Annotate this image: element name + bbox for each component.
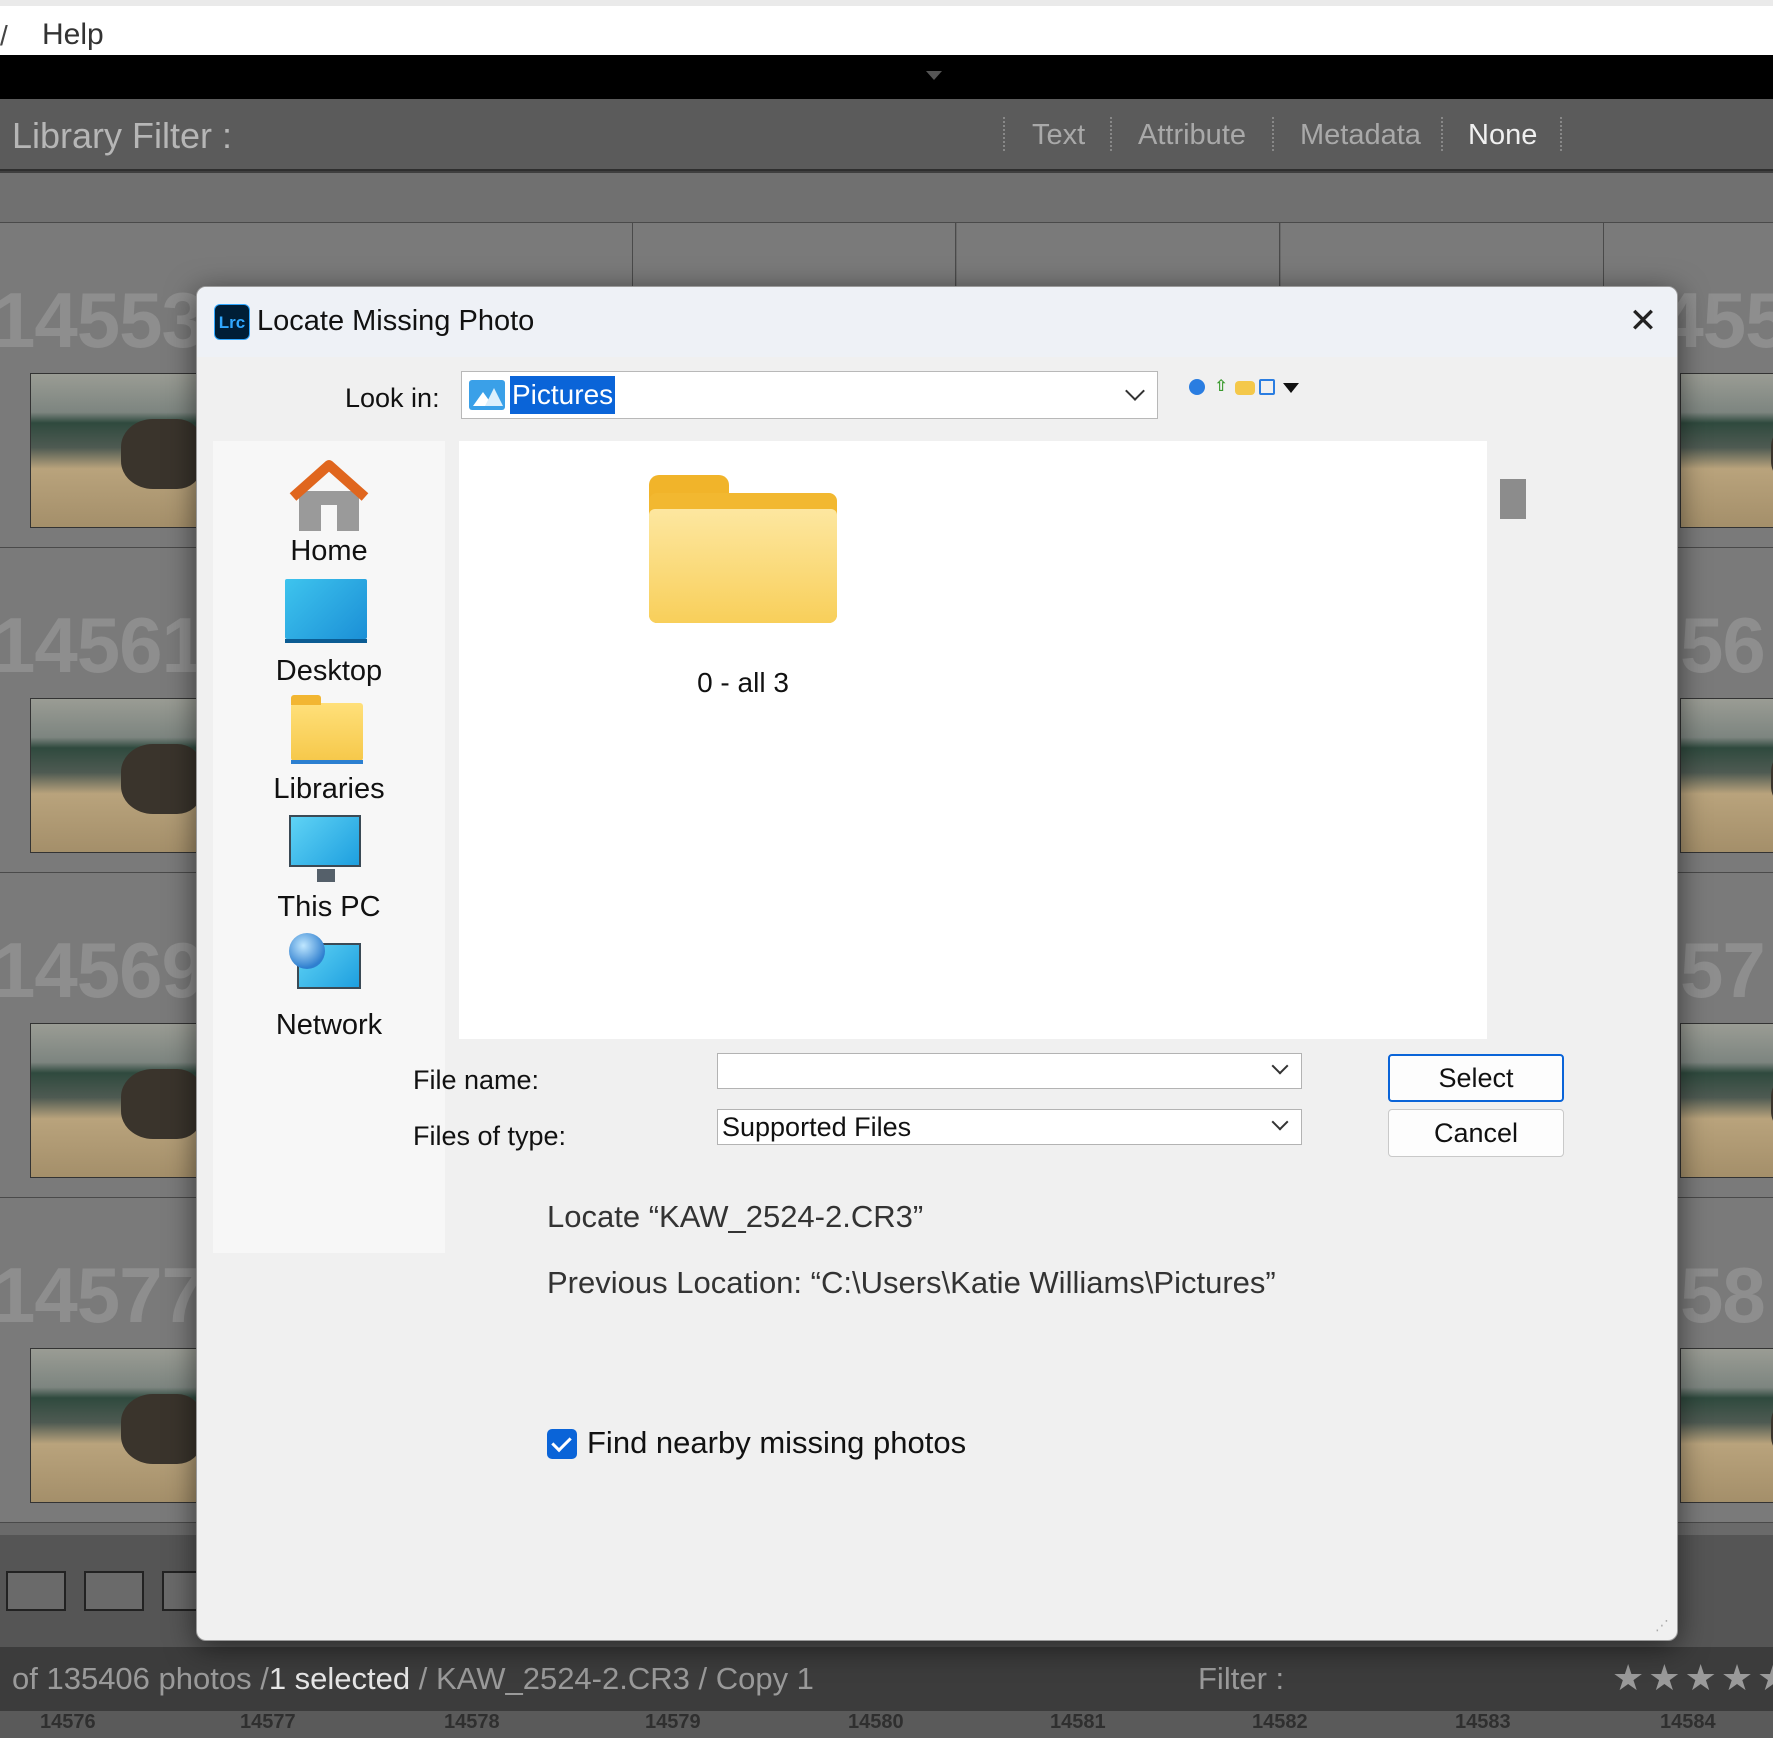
cell-index: 14553: [0, 276, 205, 364]
lightroom-app-icon: Lrc: [214, 304, 250, 340]
place-label: Libraries: [273, 773, 385, 805]
collapse-triangle-icon[interactable]: [926, 71, 942, 80]
filmstrip-index[interactable]: 14579: [645, 1711, 701, 1734]
chevron-down-icon: [1271, 1113, 1289, 1131]
dialog-titlebar[interactable]: Lrc Locate Missing Photo ✕: [197, 287, 1677, 357]
filmstrip-index[interactable]: 14580: [848, 1711, 904, 1734]
chevron-down-icon[interactable]: [1271, 1057, 1289, 1075]
find-nearby-label[interactable]: Find nearby missing photos: [587, 1425, 966, 1461]
rating-filter-stars[interactable]: ★★★★★: [1612, 1657, 1773, 1699]
new-folder-icon[interactable]: [1235, 381, 1255, 395]
files-of-type-value: Supported Files: [722, 1112, 912, 1142]
cell-index: 56: [1680, 601, 1766, 689]
previous-location-text: Previous Location: “C:\Users\Katie Willi…: [547, 1265, 1276, 1300]
filmstrip-index[interactable]: 14583: [1455, 1711, 1511, 1734]
menu-bar: / Help: [0, 0, 1773, 55]
place-libraries[interactable]: Libraries: [213, 689, 445, 807]
place-label: Network: [275, 1009, 383, 1041]
file-name-field[interactable]: [717, 1053, 1302, 1089]
desktop-icon: [285, 579, 367, 643]
divider: [1441, 117, 1443, 151]
look-in-value: Pictures: [510, 376, 616, 414]
divider: [1003, 117, 1005, 151]
select-button[interactable]: Select: [1388, 1054, 1564, 1102]
locate-filename-text: Locate “KAW_2524-2.CR3”: [547, 1199, 924, 1234]
cancel-button[interactable]: Cancel: [1388, 1109, 1564, 1157]
up-folder-icon[interactable]: ⇧: [1211, 377, 1231, 397]
file-name-label: File name:: [413, 1065, 540, 1095]
place-label: Desktop: [275, 655, 383, 687]
libraries-folder-icon: [291, 695, 363, 764]
resize-grip-icon[interactable]: ⋰: [1655, 1617, 1669, 1634]
computer-icon: [289, 815, 361, 882]
place-label: This PC: [277, 891, 381, 923]
home-icon: [289, 460, 369, 531]
place-network[interactable]: Network: [213, 925, 445, 1043]
vertical-scrollbar[interactable]: [1493, 441, 1529, 1039]
cell-index: 14569: [0, 926, 205, 1014]
filter-metadata-tab[interactable]: Metadata: [1300, 119, 1421, 152]
photo-count: of 135406 photos /: [12, 1661, 269, 1696]
view-menu-icon[interactable]: [1259, 379, 1275, 395]
cell-index: 58: [1680, 1251, 1766, 1339]
place-this-pc[interactable]: This PC: [213, 807, 445, 925]
places-bar: Home Desktop Libraries This PC Network: [213, 441, 445, 1253]
back-icon[interactable]: [1189, 379, 1205, 395]
filmstrip-index[interactable]: 14577: [240, 1711, 296, 1734]
navigation-toolbar: ⇧: [1189, 373, 1299, 405]
filmstrip-index[interactable]: 14582: [1252, 1711, 1308, 1734]
cell-index: 14577: [0, 1251, 205, 1339]
divider: [1560, 117, 1562, 151]
close-button[interactable]: ✕: [1623, 301, 1663, 341]
grid-header-row: [0, 173, 1773, 223]
files-of-type-dropdown[interactable]: Supported Files: [717, 1109, 1302, 1145]
folder-icon: [649, 475, 837, 623]
files-of-type-label: Files of type:: [413, 1121, 567, 1151]
library-filter-title: Library Filter :: [12, 115, 233, 156]
thumbnail[interactable]: [1680, 1023, 1773, 1178]
filmstrip: 14576 14577 14578 14579 14580 14581 1458…: [0, 1711, 1773, 1738]
thumbnail[interactable]: [1680, 373, 1773, 528]
top-panel-toggle-bar[interactable]: [0, 55, 1773, 99]
filmstrip-index[interactable]: 14578: [444, 1711, 500, 1734]
pictures-folder-icon: [469, 380, 505, 410]
filmstrip-index[interactable]: 14581: [1050, 1711, 1106, 1734]
filter-text-tab[interactable]: Text: [1032, 119, 1085, 152]
status-text: of 135406 photos /1 selected / KAW_2524-…: [12, 1661, 814, 1697]
library-filter-bar: Library Filter : Text Attribute Metadata…: [0, 99, 1773, 171]
dialog-title: Locate Missing Photo: [257, 305, 535, 337]
filmstrip-index[interactable]: 14576: [40, 1711, 96, 1734]
selected-file[interactable]: / KAW_2524-2.CR3 / Copy 1: [419, 1661, 814, 1696]
menu-fragment: /: [0, 20, 8, 51]
cell-index: 57: [1680, 926, 1766, 1014]
chevron-down-icon: [1125, 381, 1145, 401]
place-home[interactable]: Home: [213, 451, 445, 569]
network-icon: [289, 933, 361, 989]
filmstrip-index[interactable]: 14584: [1660, 1711, 1716, 1734]
divider: [1272, 117, 1274, 151]
cell-index: 14561: [0, 601, 205, 689]
filter-label: Filter :: [1198, 1661, 1285, 1696]
locate-missing-photo-dialog: Lrc Locate Missing Photo ✕ Look in: Pict…: [196, 286, 1678, 1641]
find-nearby-checkbox[interactable]: [547, 1429, 577, 1459]
grid-view-icon[interactable]: [6, 1571, 66, 1611]
filter-none-tab[interactable]: None: [1468, 119, 1537, 152]
look-in-label: Look in:: [345, 383, 440, 413]
place-label: Home: [290, 535, 368, 567]
file-list[interactable]: 0 - all 3: [459, 441, 1487, 1039]
thumbnail[interactable]: [1680, 1348, 1773, 1503]
filter-attribute-tab[interactable]: Attribute: [1138, 119, 1246, 152]
status-bar: of 135406 photos /1 selected / KAW_2524-…: [0, 1647, 1773, 1711]
selected-count: 1 selected: [268, 1661, 411, 1696]
place-desktop[interactable]: Desktop: [213, 571, 445, 689]
menu-help[interactable]: Help: [42, 18, 104, 52]
loupe-view-icon[interactable]: [84, 1571, 144, 1611]
folder-item[interactable]: 0 - all 3: [649, 475, 837, 705]
view-dropdown-icon[interactable]: [1283, 383, 1299, 393]
thumbnail[interactable]: [1680, 698, 1773, 853]
look-in-dropdown[interactable]: Pictures: [461, 371, 1158, 419]
folder-name: 0 - all 3: [697, 667, 789, 698]
divider: [1110, 117, 1112, 151]
scrollbar-thumb[interactable]: [1500, 479, 1526, 519]
